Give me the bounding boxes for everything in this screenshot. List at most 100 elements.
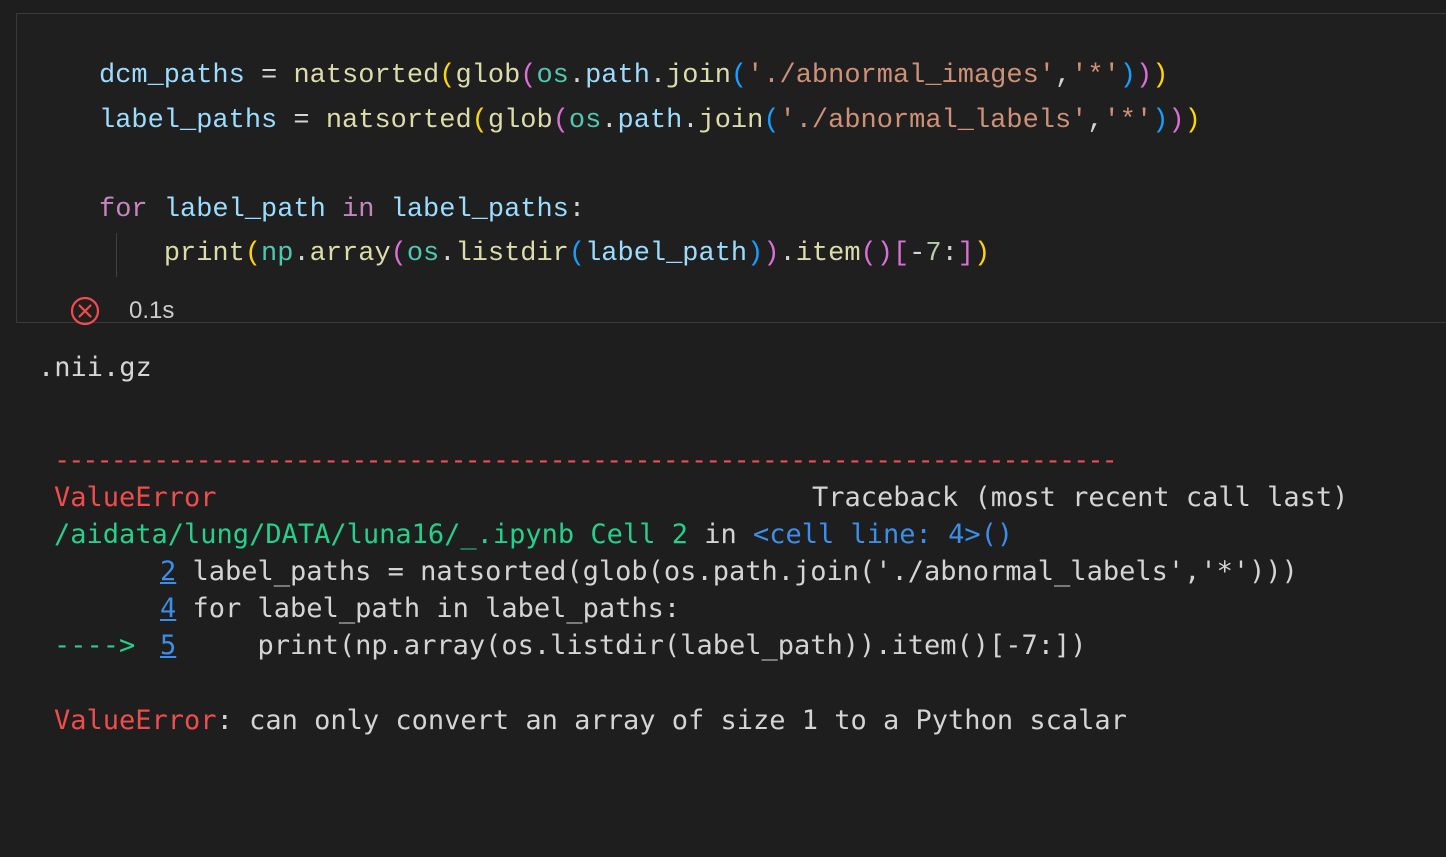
- traceback-line: 4 for label_path in label_paths:: [54, 593, 680, 624]
- code-token: print: [163, 239, 245, 269]
- code-token: =: [277, 105, 326, 136]
- error-message: ValueError: can only convert an array of…: [54, 705, 1127, 736]
- error-type-header: ValueError: [54, 482, 217, 513]
- code-token: (: [860, 239, 877, 269]
- code-token: natsorted: [325, 105, 472, 136]
- code-token: label_path: [163, 194, 326, 225]
- code-token: np: [261, 239, 294, 269]
- code-token: './abnormal_images': [747, 61, 1055, 91]
- code-token: path: [585, 61, 650, 91]
- code-token: array: [309, 239, 391, 269]
- code-token: ): [1152, 61, 1169, 91]
- code-token: './abnormal_labels': [779, 105, 1088, 136]
- code-token: .: [649, 61, 667, 91]
- code-token: ): [747, 239, 764, 269]
- code-token: [: [892, 239, 910, 269]
- code-token: label_paths: [390, 194, 569, 225]
- code-token: (: [763, 105, 780, 136]
- code-token: (: [552, 105, 569, 136]
- code-token: ]: [957, 239, 974, 269]
- indent-guide: [116, 233, 117, 277]
- code-token: (: [730, 61, 748, 91]
- traceback-line: 2 label_paths = natsorted(glob(os.path.j…: [54, 556, 1298, 587]
- code-token: glob: [487, 105, 553, 136]
- traceback-cell-ref[interactable]: <cell line: 4>(): [753, 519, 1013, 550]
- code-token: ): [1136, 61, 1153, 91]
- code-token: (: [390, 239, 407, 269]
- code-token: for: [99, 194, 148, 225]
- code-token: label_paths: [99, 105, 278, 136]
- code-token: ): [973, 239, 991, 269]
- code-token: natsorted: [293, 61, 440, 91]
- execution-time: 0.1s: [129, 297, 175, 324]
- code-token: path: [617, 105, 683, 136]
- code-token: (: [244, 239, 262, 269]
- code-token: .: [682, 105, 699, 136]
- code-token: ): [1168, 105, 1185, 136]
- code-token: item: [795, 239, 861, 269]
- code-token: os: [406, 239, 440, 269]
- code-token: label_path: [585, 239, 748, 269]
- code-token: (: [568, 239, 586, 269]
- code-token: ): [876, 239, 893, 269]
- code-token: .: [293, 239, 310, 269]
- code-token: -: [909, 239, 926, 269]
- error-message-text: : can only convert an array of size 1 to…: [216, 705, 1127, 736]
- code-token: .: [568, 61, 586, 91]
- code-token: =: [244, 61, 294, 91]
- code-token: :: [941, 239, 958, 269]
- code-token: ,: [1054, 61, 1072, 91]
- code-line[interactable]: print(np.array(os.listdir(label_path)).i…: [99, 232, 1201, 277]
- code-line[interactable]: [99, 143, 1201, 188]
- error-message-type: ValueError: [54, 705, 217, 736]
- traceback-in-word: in: [687, 519, 753, 550]
- code-token: ): [1119, 61, 1136, 91]
- code-cell[interactable]: dcm_paths = natsorted(glob(os.path.join(…: [16, 13, 1446, 326]
- code-token: dcm_paths: [99, 61, 245, 91]
- code-token: '*': [1103, 105, 1153, 136]
- code-token: glob: [455, 61, 521, 91]
- code-token: .: [439, 239, 456, 269]
- code-token: (: [439, 61, 456, 91]
- code-line[interactable]: for label_path in label_paths:: [99, 188, 1201, 233]
- traceback-line-number[interactable]: 5: [160, 630, 176, 661]
- code-line[interactable]: dcm_paths = natsorted(glob(os.path.join(…: [99, 54, 1201, 99]
- traceback-code: label_paths = natsorted(glob(os.path.joi…: [176, 556, 1298, 587]
- error-circle-icon[interactable]: [69, 295, 101, 327]
- code-line[interactable]: label_paths = natsorted(glob(os.path.joi…: [99, 99, 1201, 144]
- code-token: join: [698, 105, 764, 136]
- traceback-header: Traceback (most recent call last): [812, 482, 1349, 513]
- code-token: listdir: [455, 239, 569, 269]
- code-token: :: [568, 194, 586, 225]
- code-token: ): [1184, 105, 1201, 136]
- traceback-code: for label_path in label_paths:: [176, 593, 681, 624]
- code-token: 7: [925, 239, 942, 269]
- code-token: '*': [1071, 61, 1120, 91]
- traceback-location: /aidata/lung/DATA/luna16/_.ipynb Cell 2 …: [54, 519, 1013, 550]
- code-token: ): [763, 239, 780, 269]
- cell-status: 0.1s: [69, 296, 174, 326]
- code-token: in: [342, 194, 375, 225]
- stdout-text: .nii.gz: [38, 352, 152, 383]
- code-token: join: [666, 61, 731, 91]
- code-token: .: [601, 105, 618, 136]
- code-token: os: [536, 61, 569, 91]
- traceback-line-number[interactable]: 4: [160, 593, 176, 624]
- code-token: ,: [1087, 105, 1104, 136]
- cell-output: .nii.gz --------------------------------…: [0, 330, 1446, 759]
- code-token: os: [568, 105, 602, 136]
- code-token: .: [779, 239, 796, 269]
- traceback-file-link[interactable]: /aidata/lung/DATA/luna16/_.ipynb Cell 2: [54, 519, 688, 550]
- code-token: (: [471, 105, 488, 136]
- traceback-line-current: ----> 5 print(np.array(os.listdir(label_p…: [54, 630, 1087, 661]
- traceback-code: print(np.array(os.listdir(label_path)).i…: [176, 630, 1087, 661]
- code-token: (: [520, 61, 537, 91]
- traceback-arrow: ---->: [54, 630, 136, 661]
- traceback-line-number[interactable]: 2: [160, 556, 176, 587]
- traceback-separator: ----------------------------------------…: [54, 445, 1118, 476]
- code-editor[interactable]: dcm_paths = natsorted(glob(os.path.join(…: [99, 54, 1201, 277]
